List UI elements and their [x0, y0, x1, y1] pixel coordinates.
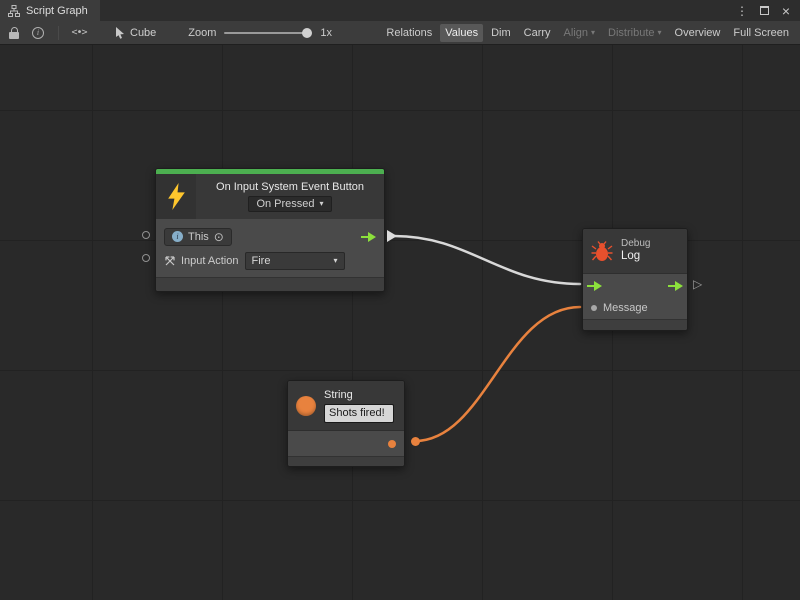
string-output-port[interactable] [388, 440, 396, 448]
string-value-input[interactable] [324, 404, 394, 423]
toolbar-button-align: Align ▾ [559, 24, 600, 42]
event-icon-cell [156, 174, 196, 219]
chevron-down-icon: ▾ [333, 257, 337, 265]
distribute-label: Distribute [608, 27, 654, 39]
string-node-title: String [324, 389, 394, 401]
debug-node-titles: Debug Log [621, 238, 650, 264]
value-wire[interactable] [415, 307, 580, 441]
debug-node-header[interactable]: Debug Log [583, 229, 687, 273]
window-menu-button[interactable]: ⋮ [734, 3, 750, 19]
event-node-title: On Input System Event Button [216, 181, 364, 193]
toolbar-button-fullscreen[interactable]: Full Screen [728, 24, 794, 42]
string-literal-node[interactable]: String [287, 380, 405, 467]
string-node-footer [288, 456, 404, 466]
tab-script-graph[interactable]: Script Graph [0, 0, 100, 21]
toolbar-button-dim[interactable]: Dim [486, 24, 516, 42]
zoom-slider[interactable] [224, 32, 312, 34]
edit-graph-button[interactable]: <•> [69, 24, 89, 42]
string-type-icon [296, 396, 316, 416]
debug-log-node[interactable]: Debug Log Message [582, 228, 688, 331]
event-node-footer [156, 277, 384, 291]
lightning-bolt-icon [168, 183, 185, 210]
string-node-body [288, 430, 404, 456]
string-node-titles: String [324, 389, 394, 423]
unused-port[interactable] [142, 254, 150, 262]
lock-icon [9, 27, 19, 39]
maximize-button[interactable] [756, 3, 772, 19]
this-row: i This ⊙ [164, 226, 376, 247]
chevron-down-icon: ▾ [658, 29, 662, 37]
toolbar-button-values[interactable]: Values [440, 24, 483, 42]
debug-node-title: Log [621, 250, 650, 264]
flow-input-port[interactable] [587, 281, 602, 291]
flow-connection-start-arrow[interactable] [387, 230, 397, 242]
message-label: Message [603, 302, 648, 314]
zoom-label: Zoom [188, 27, 216, 39]
coroutine-port[interactable] [142, 231, 150, 239]
zoom-control: Zoom 1x [188, 27, 332, 39]
event-header-main: On Input System Event Button On Pressed … [196, 174, 384, 219]
event-node-body: i This ⊙ Input Action Fire ▾ [156, 219, 384, 277]
flow-wire[interactable] [394, 236, 580, 284]
on-input-event-node[interactable]: On Input System Event Button On Pressed … [155, 168, 385, 292]
input-action-value: Fire [252, 255, 271, 267]
debug-node-footer [583, 319, 687, 330]
graph-icon [8, 5, 20, 17]
object-picker-icon[interactable]: ⊙ [214, 231, 224, 243]
toolbar-button-carry[interactable]: Carry [519, 24, 556, 42]
toolbar-button-overview[interactable]: Overview [670, 24, 726, 42]
close-button[interactable]: × [778, 3, 794, 19]
toolbar-separator [58, 26, 59, 40]
tab-title: Script Graph [26, 5, 88, 17]
toolbar-button-distribute: Distribute ▾ [603, 24, 666, 42]
event-node-header[interactable]: On Input System Event Button On Pressed … [156, 174, 384, 219]
input-action-row: Input Action Fire ▾ [164, 250, 376, 271]
chevron-down-icon: ▾ [591, 29, 595, 37]
message-input-port[interactable] [591, 305, 597, 311]
input-action-label: Input Action [181, 255, 239, 267]
value-connection-start-dot[interactable] [411, 437, 420, 446]
chevron-down-icon: ▾ [320, 200, 324, 208]
info-button[interactable]: i [28, 24, 48, 42]
toolbar-button-relations[interactable]: Relations [381, 24, 437, 42]
lock-button[interactable] [4, 24, 24, 42]
debug-node-category: Debug [621, 238, 650, 250]
titlebar: Script Graph ⋮ × [0, 0, 800, 21]
zoom-slider-handle[interactable] [302, 28, 312, 38]
this-object-field[interactable]: i This ⊙ [164, 228, 232, 246]
self-object-icon: i [172, 231, 183, 242]
align-label: Align [564, 27, 588, 39]
target-object-label: Cube [130, 27, 156, 39]
graph-toolbar: i <•> Cube Zoom 1x Relations Values Dim … [0, 21, 800, 45]
graph-target-chip[interactable]: Cube [115, 27, 156, 39]
flow-continue-arrow[interactable]: ▷ [693, 278, 702, 290]
input-action-dropdown[interactable]: Fire ▾ [245, 252, 345, 270]
maximize-icon [760, 6, 769, 15]
trigger-type-dropdown[interactable]: On Pressed ▾ [248, 196, 331, 212]
bug-icon [591, 241, 613, 262]
toolbar-toggle-group: Relations Values Dim Carry Align ▾ Distr… [381, 24, 796, 42]
pointer-icon [115, 27, 125, 39]
input-action-icon [164, 255, 176, 267]
info-icon: i [32, 27, 44, 39]
window-controls: ⋮ × [734, 0, 800, 21]
trigger-output-port[interactable] [361, 232, 376, 242]
script-graph-window: Script Graph ⋮ × i <•> Cube Zoom [0, 0, 800, 600]
trigger-type-value: On Pressed [256, 198, 314, 210]
this-label: This [188, 231, 209, 243]
zoom-value: 1x [320, 27, 332, 39]
message-row: Message [583, 297, 687, 319]
flow-output-port[interactable] [668, 281, 683, 291]
string-node-header[interactable]: String [288, 381, 404, 430]
graph-canvas[interactable]: ▷ On Input System Event Button On Presse… [0, 45, 800, 600]
debug-flow-ports-row [583, 273, 687, 297]
